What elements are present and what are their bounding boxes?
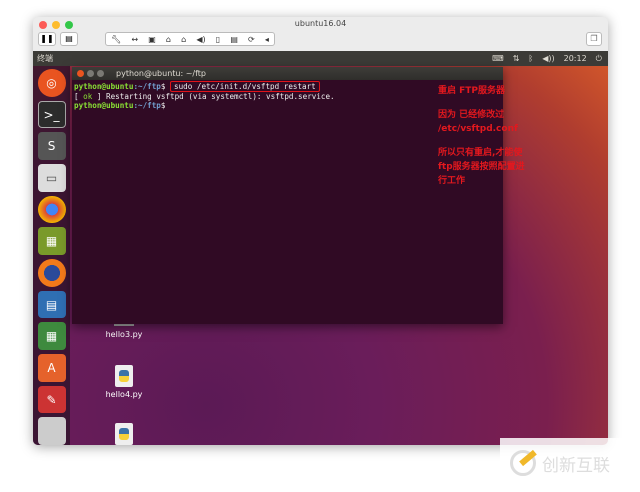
desktop-file[interactable]: hello3.py	[99, 323, 149, 339]
books-icon[interactable]: ▦	[37, 227, 66, 256]
file-name: hello4.py	[105, 390, 143, 399]
disk-icon[interactable]: ▣	[148, 35, 156, 44]
writer-icon[interactable]: ▤	[37, 290, 66, 319]
usb-icon[interactable]: ▯	[216, 35, 220, 44]
sync-icon[interactable]: ⟳	[248, 35, 255, 44]
keyboard-icon[interactable]: ⌨	[492, 51, 504, 66]
chevron-left-icon[interactable]: ◂	[265, 35, 269, 44]
prompt-user: python@ubuntu	[74, 101, 134, 110]
volume-icon[interactable]: ◀))	[542, 51, 554, 66]
pause-button[interactable]: ❚❚	[38, 32, 56, 46]
terminal-titlebar[interactable]: python@ubuntu: ~/ftp	[72, 67, 503, 80]
speaker-icon[interactable]: ◀)	[196, 35, 205, 44]
desktop-file[interactable]: hello4.py	[99, 365, 149, 399]
software-center-icon[interactable]: A	[37, 354, 66, 382]
close-icon[interactable]	[77, 70, 84, 77]
active-app-name: 终端	[37, 54, 53, 63]
printer-icon[interactable]	[37, 417, 66, 445]
chrome-icon[interactable]	[37, 195, 66, 224]
restore-icon[interactable]: ❐	[586, 32, 602, 46]
sublime-icon[interactable]: S	[37, 132, 66, 161]
top-panel: 终端 ⌨ ⇅ ᛒ ◀)) 20:12 ⏻	[33, 51, 608, 66]
bluetooth-icon[interactable]: ᛒ	[528, 51, 533, 66]
snapshot-button[interactable]: ▤	[60, 32, 78, 46]
watermark-logo-icon	[510, 450, 536, 476]
firefox-icon[interactable]	[37, 259, 66, 287]
file-name: hello3.py	[105, 330, 143, 339]
prompt-path: :~/ftp	[133, 82, 161, 91]
hdd-icon[interactable]: ⌂	[166, 35, 171, 44]
output-line: Restarting vsftpd (via systemctl): vsftp…	[106, 91, 335, 101]
vm-toolbar: 🔧︎ ↔ ▣ ⌂ ⌂ ◀) ▯ ▤ ⟳ ◂	[105, 32, 275, 46]
terminal-window[interactable]: python@ubuntu: ~/ftp python@ubuntu:~/ftp…	[72, 67, 525, 324]
wrench-icon[interactable]: 🔧︎	[111, 35, 121, 44]
vm-window: ubuntu16.04 ❚❚ ▤ 🔧︎ ↔ ▣ ⌂ ⌂ ◀) ▯ ▤ ⟳ ◂ ❐ 终端 ⌨ ⇅ ᛒ…	[33, 17, 608, 445]
note: 重启 FTP服务器	[438, 86, 506, 96]
terminal-icon[interactable]: >_	[37, 100, 66, 129]
files-icon[interactable]: ▭	[37, 164, 66, 192]
power-icon[interactable]: ⏻	[596, 51, 602, 66]
network-icon[interactable]: ⇅	[513, 51, 520, 66]
ok-status: ok	[83, 91, 93, 101]
highlighted-command: sudo /etc/init.d/vsftpd restart	[170, 81, 320, 92]
arrows-icon[interactable]: ↔	[131, 35, 138, 44]
note: 因为 已经修改过 /etc/vsftpd.conf	[438, 110, 518, 134]
launcher: ◎ >_ S ▭ ▦ ▤ ▦ A ✎	[33, 66, 70, 445]
prompt-path: :~/ftp	[133, 101, 161, 110]
window-title: ubuntu16.04	[294, 19, 347, 28]
hdd2-icon[interactable]: ⌂	[181, 35, 186, 44]
prompt-user: python@ubuntu	[74, 82, 134, 91]
python-file-icon	[115, 423, 133, 445]
settings-icon[interactable]: ✎	[37, 385, 66, 414]
terminal-title: python@ubuntu: ~/ftp	[116, 69, 207, 78]
save-icon[interactable]: ▤	[230, 35, 238, 44]
ubuntu-screen: 终端 ⌨ ⇅ ᛒ ◀)) 20:12 ⏻ ◎ >_ S ▭ ▦ ▤ ▦ A ✎ …	[33, 51, 608, 445]
maximize-icon[interactable]	[97, 70, 104, 77]
desktop-file[interactable]	[99, 423, 149, 445]
minimize-icon[interactable]	[87, 70, 94, 77]
annotation-notes: 重启 FTP服务器 因为 已经修改过 /etc/vsftpd.conf 所以只有…	[438, 84, 528, 198]
ubuntu-dash-icon[interactable]: ◎	[37, 69, 66, 97]
watermark: 创新互联	[500, 438, 640, 488]
note: 所以只有重启,才能使ftp服务器按照配置进行工作	[438, 148, 525, 186]
watermark-text: 创新互联	[542, 455, 610, 476]
clock[interactable]: 20:12	[564, 51, 587, 66]
python-file-icon	[115, 365, 133, 387]
calc-icon[interactable]: ▦	[37, 322, 66, 351]
